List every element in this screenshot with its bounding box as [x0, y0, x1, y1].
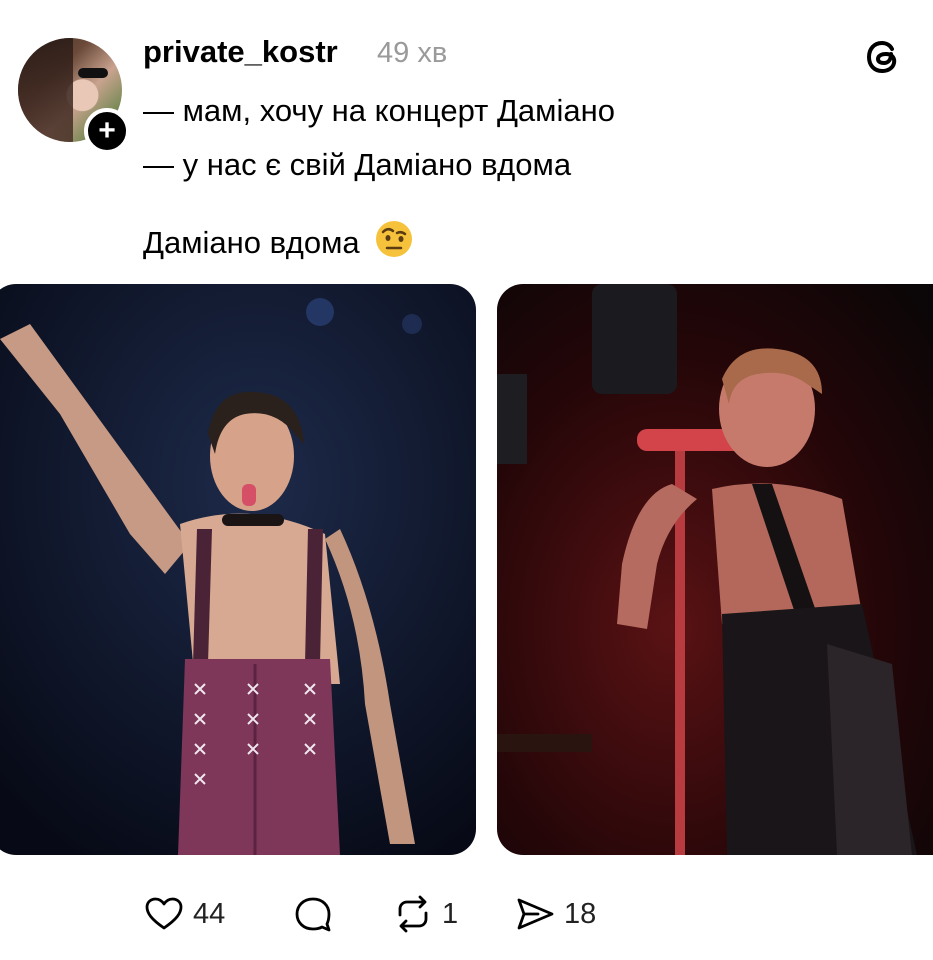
comment-button[interactable]: [292, 892, 334, 936]
post-text-line-3: Даміано вдома: [143, 219, 414, 261]
share-button[interactable]: 18: [514, 892, 596, 936]
post-actions: 44 1 18: [0, 892, 933, 936]
avatar-hair-shape: [18, 38, 73, 142]
concert-photo-right: [497, 284, 933, 855]
heart-icon: [145, 897, 183, 930]
avatar-glasses-shape: [78, 68, 108, 78]
repost-count: 1: [442, 897, 459, 930]
like-button[interactable]: 44: [143, 892, 225, 936]
post-time: 49 хв: [377, 37, 448, 69]
send-icon: [517, 898, 554, 930]
post-text-line-3-text: Даміано вдома: [143, 225, 360, 260]
post-text-line-2: — у нас є свій Даміано вдома: [143, 147, 572, 182]
repost-button[interactable]: 1: [392, 892, 458, 936]
username[interactable]: private_kostr: [143, 34, 338, 70]
post-text-line-1: — мам, хочу на концерт Даміано: [143, 93, 615, 128]
comment-bubble-icon: [295, 897, 331, 932]
like-count: 44: [193, 897, 226, 930]
post-image-left[interactable]: [0, 284, 476, 855]
repost-icon: [398, 895, 428, 933]
plus-icon: +: [98, 114, 116, 147]
face-with-raised-eyebrow-emoji: [376, 221, 413, 257]
post-image-right[interactable]: [497, 284, 933, 855]
threads-logo-icon[interactable]: [862, 34, 906, 78]
concert-photo-left: [0, 284, 476, 855]
share-count: 18: [564, 897, 597, 930]
follow-button[interactable]: +: [84, 108, 130, 154]
